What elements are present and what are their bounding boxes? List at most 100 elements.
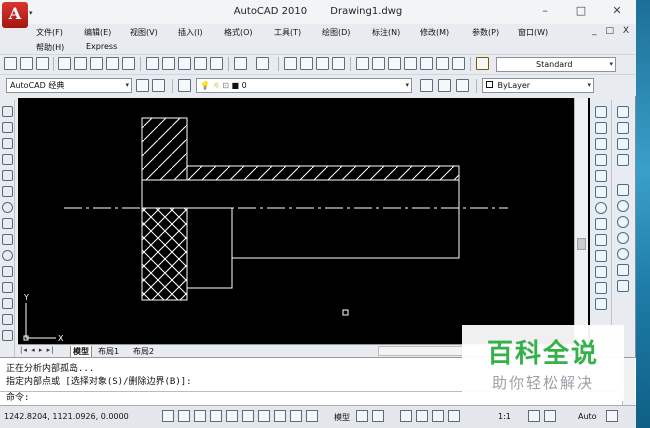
- quickcalc-icon[interactable]: [436, 57, 449, 70]
- tab-layout2[interactable]: 布局2: [133, 346, 154, 357]
- redo-icon[interactable]: [256, 57, 269, 70]
- pan-status-button[interactable]: [400, 410, 412, 422]
- dynamic-input-button[interactable]: [274, 410, 286, 422]
- pan-icon[interactable]: [284, 57, 297, 70]
- line-icon[interactable]: [2, 106, 13, 117]
- menu-view[interactable]: 视图(V): [130, 27, 158, 38]
- scrollbar-thumb[interactable]: [577, 238, 586, 250]
- polygon-icon[interactable]: [2, 154, 13, 165]
- zoom-realtime-icon[interactable]: [300, 57, 313, 70]
- scale-icon[interactable]: [595, 218, 607, 230]
- print-preview-icon[interactable]: [74, 57, 87, 70]
- paste-icon[interactable]: [178, 57, 191, 70]
- zoom-previous-icon[interactable]: [332, 57, 345, 70]
- bring-above-icon[interactable]: [617, 138, 629, 150]
- text-style-icon[interactable]: [476, 57, 489, 70]
- cut-icon[interactable]: [146, 57, 159, 70]
- menu-insert[interactable]: 插入(I): [178, 27, 203, 38]
- vertical-scrollbar[interactable]: [574, 98, 588, 344]
- drawing-canvas[interactable]: Y X: [18, 98, 590, 344]
- match-properties-icon[interactable]: [194, 57, 207, 70]
- block-editor-icon[interactable]: [210, 57, 223, 70]
- menu-modify[interactable]: 修改(M): [420, 27, 449, 38]
- send-under-icon[interactable]: [617, 154, 629, 166]
- steering-wheel-button[interactable]: [432, 410, 444, 422]
- mirror-icon[interactable]: [595, 138, 607, 150]
- trim-icon[interactable]: [595, 250, 607, 262]
- properties-icon[interactable]: [356, 57, 369, 70]
- object-snap-button[interactable]: [226, 410, 238, 422]
- tab-navigation-arrows[interactable]: |◂ ◂ ▸ ▸|: [20, 346, 54, 354]
- help-icon[interactable]: [452, 57, 465, 70]
- print-icon[interactable]: [58, 57, 71, 70]
- lineweight-button[interactable]: [290, 410, 302, 422]
- circle-icon[interactable]: [2, 202, 13, 213]
- rotate-icon[interactable]: [595, 202, 607, 214]
- coordinate-readout[interactable]: 1242.8204, 1121.0926, 0.0000: [4, 412, 129, 421]
- layer-properties-icon[interactable]: [178, 79, 191, 92]
- polar-tracking-button[interactable]: [210, 410, 222, 422]
- layer-previous-icon[interactable]: [438, 79, 451, 92]
- quick-view-layouts-button[interactable]: [356, 410, 368, 422]
- layer-select[interactable]: 💡 ☼ ⊡ ■ 0 ▾: [196, 78, 412, 93]
- new-icon[interactable]: [4, 57, 17, 70]
- menu-draw[interactable]: 绘图(D): [322, 27, 350, 38]
- menu-format[interactable]: 格式(O): [224, 27, 253, 38]
- sheet-set-icon[interactable]: [404, 57, 417, 70]
- ellipse-icon[interactable]: [2, 250, 13, 261]
- spline-icon[interactable]: [2, 234, 13, 245]
- layer-states-icon[interactable]: [456, 79, 469, 92]
- model-space-label[interactable]: 模型: [334, 412, 350, 423]
- erase-icon[interactable]: [595, 106, 607, 118]
- snap-perpendicular-icon[interactable]: [617, 248, 629, 260]
- extend-icon[interactable]: [595, 266, 607, 278]
- showmotion-button[interactable]: [448, 410, 460, 422]
- tool-palettes-icon[interactable]: [388, 57, 401, 70]
- tab-layout1[interactable]: 布局1: [98, 346, 119, 357]
- polyline-icon[interactable]: [2, 138, 13, 149]
- send-back-icon[interactable]: [617, 122, 629, 134]
- close-button[interactable]: ✕: [604, 3, 630, 19]
- design-center-icon[interactable]: [372, 57, 385, 70]
- annotation-visibility-button[interactable]: [528, 410, 540, 422]
- snap-quadrant-icon[interactable]: [617, 216, 629, 228]
- workspace-select[interactable]: AutoCAD 经典 ▾: [6, 78, 132, 93]
- document-window-controls[interactable]: _ □ X: [592, 26, 632, 36]
- object-snap-tracking-button[interactable]: [242, 410, 254, 422]
- snap-tangent-icon[interactable]: [617, 232, 629, 244]
- chamfer-icon[interactable]: [595, 298, 607, 310]
- copy-object-icon[interactable]: [595, 122, 607, 134]
- application-menu-button[interactable]: A: [2, 2, 28, 28]
- point-icon[interactable]: [2, 314, 13, 325]
- open-icon[interactable]: [20, 57, 33, 70]
- stretch-icon[interactable]: [595, 234, 607, 246]
- menu-file[interactable]: 文件(F): [36, 27, 63, 38]
- minimize-button[interactable]: –: [532, 3, 558, 19]
- snap-endpoint-icon[interactable]: [617, 184, 629, 196]
- menu-express[interactable]: Express: [86, 42, 117, 51]
- workspace-settings-icon[interactable]: [136, 79, 149, 92]
- save-icon[interactable]: [36, 57, 49, 70]
- workspace-toggle-icon[interactable]: [152, 79, 165, 92]
- color-select[interactable]: ByLayer ▾: [482, 78, 594, 93]
- offset-icon[interactable]: [595, 154, 607, 166]
- auto-scale-button[interactable]: [544, 410, 556, 422]
- plot-icon[interactable]: [90, 57, 103, 70]
- rectangle-icon[interactable]: [2, 170, 13, 181]
- menu-tools[interactable]: 工具(T): [274, 27, 301, 38]
- menu-window[interactable]: 窗口(W): [518, 27, 548, 38]
- dynamic-ucs-button[interactable]: [258, 410, 270, 422]
- make-current-layer-icon[interactable]: [420, 79, 433, 92]
- make-block-icon[interactable]: [2, 298, 13, 309]
- quick-properties-button[interactable]: [306, 410, 318, 422]
- workspace-switch[interactable]: Auto: [578, 412, 597, 421]
- bring-front-icon[interactable]: [617, 106, 629, 118]
- insert-block-icon[interactable]: [2, 282, 13, 293]
- annotation-scale[interactable]: 1:1: [498, 412, 511, 421]
- clean-screen-button[interactable]: [606, 410, 618, 422]
- copy-icon[interactable]: [162, 57, 175, 70]
- maximize-button[interactable]: □: [568, 3, 594, 19]
- undo-icon[interactable]: [234, 57, 247, 70]
- array-icon[interactable]: [595, 170, 607, 182]
- construction-line-icon[interactable]: [2, 122, 13, 133]
